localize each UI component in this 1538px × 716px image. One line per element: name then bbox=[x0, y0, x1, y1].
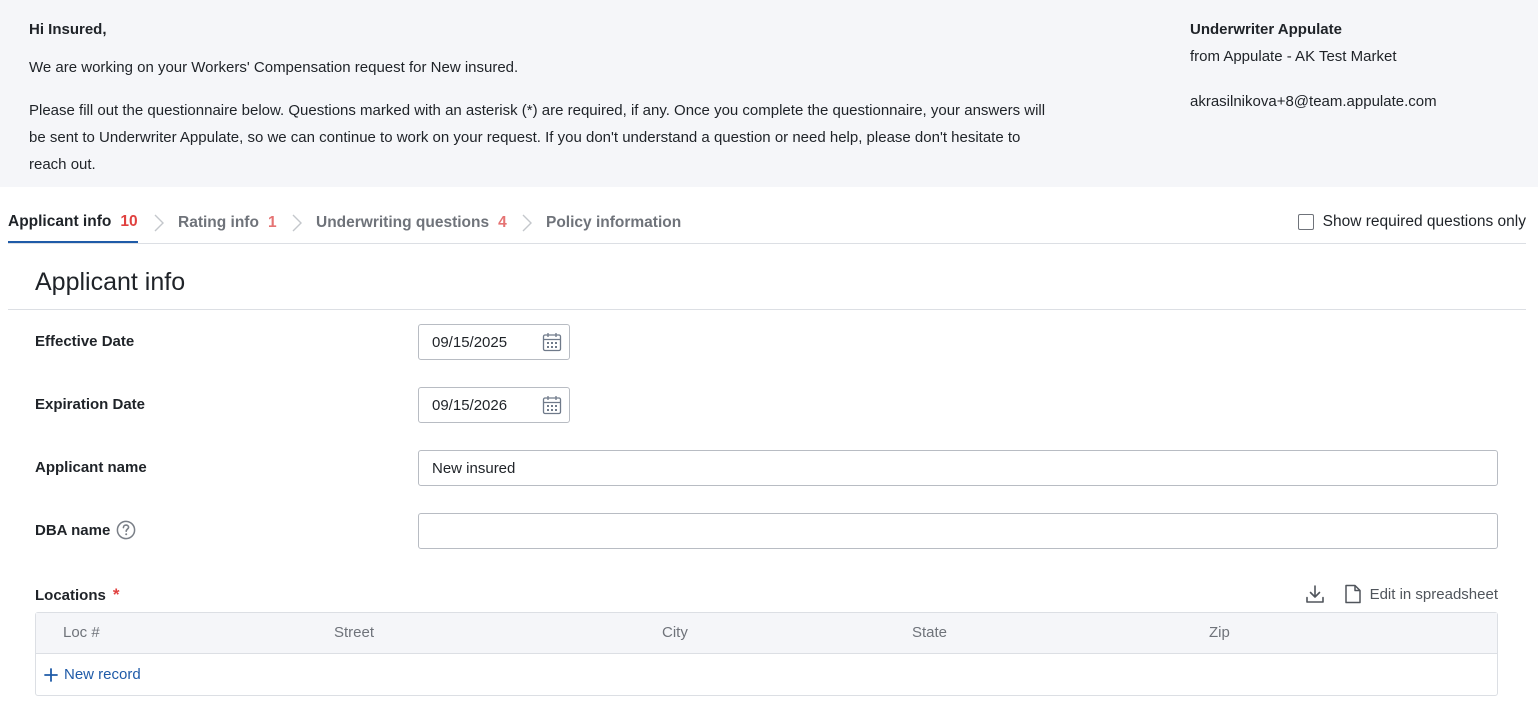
tab-applicant-info[interactable]: Applicant info 10 bbox=[8, 203, 138, 243]
tab-policy-information[interactable]: Policy information bbox=[546, 203, 681, 243]
grid-header: Loc # Street City State Zip bbox=[36, 613, 1497, 654]
download-icon[interactable] bbox=[1304, 583, 1326, 605]
required-only-checkbox[interactable] bbox=[1297, 214, 1314, 230]
document-icon bbox=[1344, 584, 1361, 604]
required-asterisk: * bbox=[112, 585, 120, 604]
plus-icon bbox=[44, 667, 58, 682]
section-title: Applicant info bbox=[35, 268, 186, 296]
applicant-name-input[interactable]: New insured bbox=[418, 450, 1498, 486]
tab-label: Underwriting questions bbox=[316, 214, 490, 231]
instructions-text: Please fill out the questionnaire below.… bbox=[29, 102, 1046, 173]
input-value: 09/15/2026 bbox=[432, 396, 508, 414]
tab-underwriting-questions[interactable]: Underwriting questions 4 bbox=[316, 203, 507, 243]
column-header-loc[interactable]: Loc # bbox=[63, 624, 100, 641]
column-header-state[interactable]: State bbox=[912, 624, 947, 641]
tab-count: 10 bbox=[120, 213, 138, 230]
calendar-icon[interactable] bbox=[542, 332, 562, 352]
label-text: Applicant name bbox=[35, 459, 147, 476]
underwriter-name: Underwriter Appulate bbox=[1190, 21, 1342, 38]
label-text: Locations bbox=[35, 586, 106, 604]
calendar-icon[interactable] bbox=[542, 395, 562, 415]
effective-date-label: Effective Date bbox=[35, 333, 134, 350]
section-divider bbox=[8, 309, 1526, 310]
tab-count: 1 bbox=[267, 214, 277, 231]
tab-label: Applicant info bbox=[8, 213, 112, 230]
new-record-button[interactable]: New record bbox=[44, 666, 141, 683]
greeting: Hi Insured, bbox=[29, 21, 107, 38]
applicant-name-label: Applicant name bbox=[35, 459, 147, 476]
locations-label: Locations * bbox=[35, 585, 119, 605]
underwriter-email: akrasilnikova+8@team.appulate.com bbox=[1190, 93, 1437, 110]
grid-toolbar: Edit in spreadsheet bbox=[1304, 583, 1498, 605]
intro-text: We are working on your Workers' Compensa… bbox=[29, 59, 519, 76]
underwriter-from: from Appulate - AK Test Market bbox=[1190, 48, 1397, 65]
edit-in-spreadsheet-label: Edit in spreadsheet bbox=[1369, 585, 1498, 603]
column-header-street[interactable]: Street bbox=[334, 624, 374, 641]
expiration-date-label: Expiration Date bbox=[35, 396, 145, 413]
input-value: 09/15/2025 bbox=[432, 333, 508, 351]
dba-name-input[interactable] bbox=[418, 513, 1498, 549]
tab-label: Policy information bbox=[546, 214, 682, 231]
tab-count: 4 bbox=[498, 214, 507, 231]
chevron-right-icon bbox=[522, 214, 532, 232]
edit-in-spreadsheet-button[interactable]: Edit in spreadsheet bbox=[1344, 584, 1498, 604]
label-text: Expiration Date bbox=[35, 396, 146, 413]
request-header: Hi Insured, We are working on your Worke… bbox=[0, 0, 1538, 187]
effective-date-input[interactable]: 09/15/2025 bbox=[418, 324, 570, 360]
chevron-right-icon bbox=[292, 214, 302, 232]
dba-name-label: DBA name bbox=[35, 520, 136, 540]
label-text: Effective Date bbox=[35, 333, 135, 350]
tab-rating-info[interactable]: Rating info 1 bbox=[178, 203, 277, 243]
required-only-label: Show required questions only bbox=[1322, 213, 1526, 230]
locations-grid: Loc # Street City State Zip New record bbox=[35, 612, 1498, 696]
input-value: New insured bbox=[432, 459, 516, 477]
expiration-date-input[interactable]: 09/15/2026 bbox=[418, 387, 570, 423]
tab-label: Rating info bbox=[178, 214, 259, 231]
column-header-zip[interactable]: Zip bbox=[1209, 624, 1230, 641]
column-header-city[interactable]: City bbox=[662, 624, 688, 641]
new-record-label: New record bbox=[64, 666, 141, 683]
label-text: DBA name bbox=[35, 521, 111, 539]
chevron-right-icon bbox=[154, 214, 164, 232]
step-tabs: Applicant info 10 Rating info 1 Underwri… bbox=[8, 203, 1526, 244]
help-icon[interactable] bbox=[116, 520, 136, 540]
required-only-toggle[interactable]: Show required questions only bbox=[1297, 213, 1526, 231]
